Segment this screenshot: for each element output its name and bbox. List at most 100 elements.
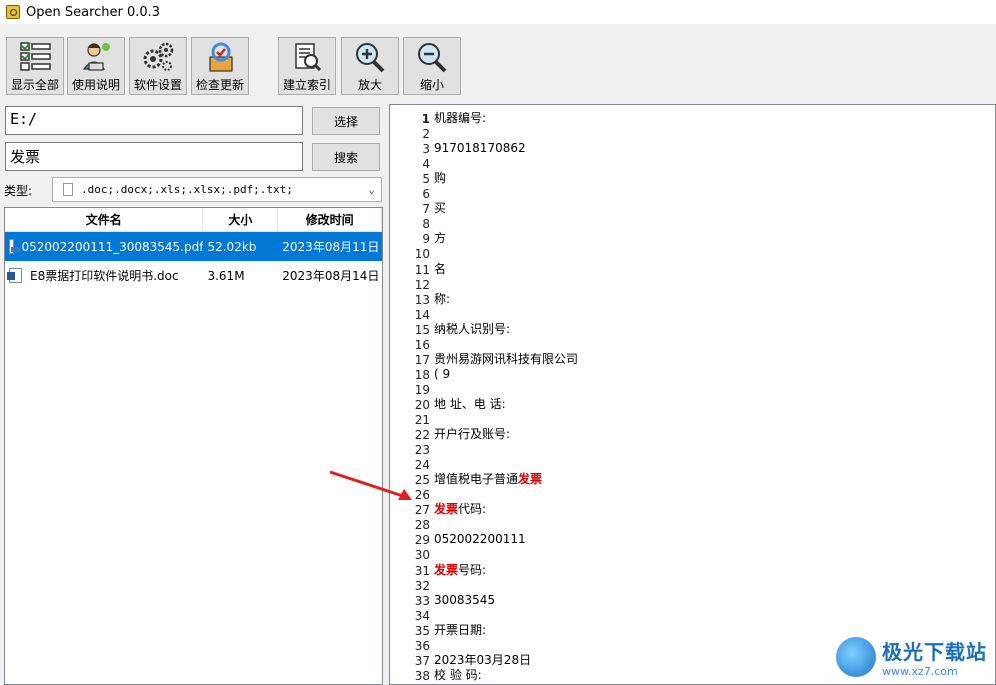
document-line: 方	[434, 231, 446, 245]
line-number: 37	[414, 653, 430, 668]
document-line: 称:	[434, 292, 450, 306]
file-size: 52.02kb	[207, 239, 257, 254]
line-number: 38	[414, 668, 430, 683]
document-line: 30083545	[434, 593, 495, 607]
line-number: 28	[414, 518, 430, 533]
line-text: 称:	[434, 291, 451, 306]
line-number: 4	[422, 157, 430, 172]
path-input[interactable]: E:/	[5, 106, 303, 135]
show-all-label: 显示全部	[10, 78, 59, 92]
line-text: 代码:	[458, 502, 487, 517]
file-name-cell: 052002200111_30083545.pdf	[5, 239, 203, 254]
zoom-out-label: 缩小	[419, 78, 444, 92]
line-number: 7	[422, 202, 430, 217]
document-line: 机器编号:	[434, 111, 486, 125]
pdf-file-icon	[9, 239, 19, 254]
line-number: 8	[422, 217, 430, 232]
keyword-highlight: 发票	[434, 502, 459, 517]
user-guide-label: 使用说明	[71, 78, 120, 92]
line-number: 21	[414, 413, 430, 427]
zoom-in-button[interactable]: 放大	[341, 37, 399, 95]
document-viewer[interactable]: 1 2 3 4 5 6 7 8 9 10 11 12 13 14 15 16 17 18 19 20 21 22 23 24 2…	[389, 104, 996, 685]
line-text: 052002200111	[434, 532, 526, 547]
line-number: 33	[414, 593, 430, 608]
line-number: 29	[414, 533, 430, 548]
line-number: 32	[414, 578, 430, 593]
select-path-button[interactable]: 选择	[312, 107, 380, 135]
update-check-icon	[209, 42, 233, 72]
results-list: 文件名 大小 修改时间 052002200111_30083545.pdf 52…	[4, 207, 383, 685]
document-line: 发票号码:	[434, 563, 486, 577]
keyword-highlight: 发票	[434, 562, 459, 577]
user-guide-button[interactable]: 使用说明	[67, 37, 125, 95]
line-number: 9	[422, 232, 430, 247]
document-line: 买	[434, 201, 446, 215]
line-number: 23	[414, 443, 430, 458]
keyword-highlight: 发票	[518, 472, 543, 487]
zoom-in-label: 放大	[357, 78, 382, 92]
file-size: 3.61M	[207, 268, 245, 283]
line-text: 纳税人识别号:	[434, 321, 511, 336]
line-number-gutter: 1 2 3 4 5 6 7 8 9 10 11 12 13 14 15 16 17 18 19 20 21 22 23 24 2…	[390, 105, 430, 684]
table-row[interactable]: E8票据打印软件说明书.doc 3.61M 2023年08月14日 .	[5, 261, 382, 290]
file-name-cell: E8票据打印软件说明书.doc	[5, 267, 203, 284]
line-number: 25	[414, 473, 430, 488]
build-index-button[interactable]: 建立索引	[278, 37, 336, 95]
line-text: 机器编号:	[434, 111, 487, 125]
line-number: 16	[414, 337, 430, 352]
document-line: 2023年03月28日	[434, 653, 531, 667]
line-text: 增值税电子普通	[434, 472, 519, 487]
check-update-label: 检查更新	[195, 78, 244, 92]
document-line: 917018170862	[434, 141, 526, 155]
column-header-modified[interactable]: 修改时间	[278, 208, 382, 231]
line-number: 13	[414, 292, 430, 307]
app-logo-icon	[6, 5, 20, 19]
watermark-logo-icon	[836, 636, 876, 677]
line-number: 1	[421, 112, 430, 126]
line-number: 14	[414, 307, 430, 322]
line-number: 15	[414, 322, 430, 337]
table-row[interactable]: 052002200111_30083545.pdf 52.02kb 2023年0…	[5, 232, 382, 261]
build-index-label: 建立索引	[282, 78, 331, 92]
document-line: 增值税电子普通发票	[434, 472, 542, 486]
window-title: Open Searcher 0.0.3	[26, 4, 161, 20]
line-number: 12	[414, 277, 430, 292]
document-line: 校 验 码:	[434, 668, 482, 682]
document-line: 052002200111	[434, 532, 526, 546]
file-type-select[interactable]: .doc;.docx;.xls;.xlsx;.pdf;.txt; ⌄	[52, 177, 382, 202]
file-type-label: 类型:	[4, 184, 33, 198]
search-button[interactable]: 搜索	[312, 143, 380, 171]
line-text: 校 验 码:	[434, 667, 482, 682]
line-text: 30083545	[434, 592, 496, 607]
keyword-input[interactable]: 发票	[5, 142, 303, 171]
zoom-out-icon	[418, 43, 447, 73]
line-number: 3	[422, 142, 430, 157]
line-text: 号码:	[458, 562, 487, 577]
title-bar: Open Searcher 0.0.3	[0, 0, 996, 24]
line-text: 917018170862	[434, 141, 526, 156]
line-number: 35	[414, 623, 430, 638]
settings-button[interactable]: 软件设置	[129, 37, 187, 95]
watermark-url: www.xz7.com	[882, 664, 958, 678]
line-number: 5	[422, 172, 430, 187]
gears-icon	[143, 42, 174, 71]
show-all-button[interactable]: 显示全部	[6, 37, 64, 95]
chevron-down-icon[interactable]: ⌄	[368, 183, 375, 196]
line-number: 11	[414, 262, 430, 277]
check-update-button[interactable]: 检查更新	[191, 37, 249, 95]
line-number: 6	[422, 187, 430, 202]
checklist-icon	[20, 42, 51, 71]
column-header-size[interactable]: 大小	[203, 208, 279, 231]
line-number: 2	[422, 127, 430, 142]
line-number: 36	[414, 638, 430, 653]
document-line: 发票代码:	[434, 502, 486, 516]
line-number: 24	[414, 458, 430, 473]
file-name: E8票据打印软件说明书.doc	[30, 269, 179, 283]
file-icon	[63, 183, 73, 196]
user-guide-icon	[82, 43, 110, 71]
document-line: 名	[434, 262, 446, 276]
line-number: 10	[414, 247, 430, 262]
zoom-out-button[interactable]: 缩小	[403, 37, 461, 95]
column-header-name[interactable]: 文件名	[5, 208, 204, 231]
line-number: 18	[414, 367, 430, 382]
